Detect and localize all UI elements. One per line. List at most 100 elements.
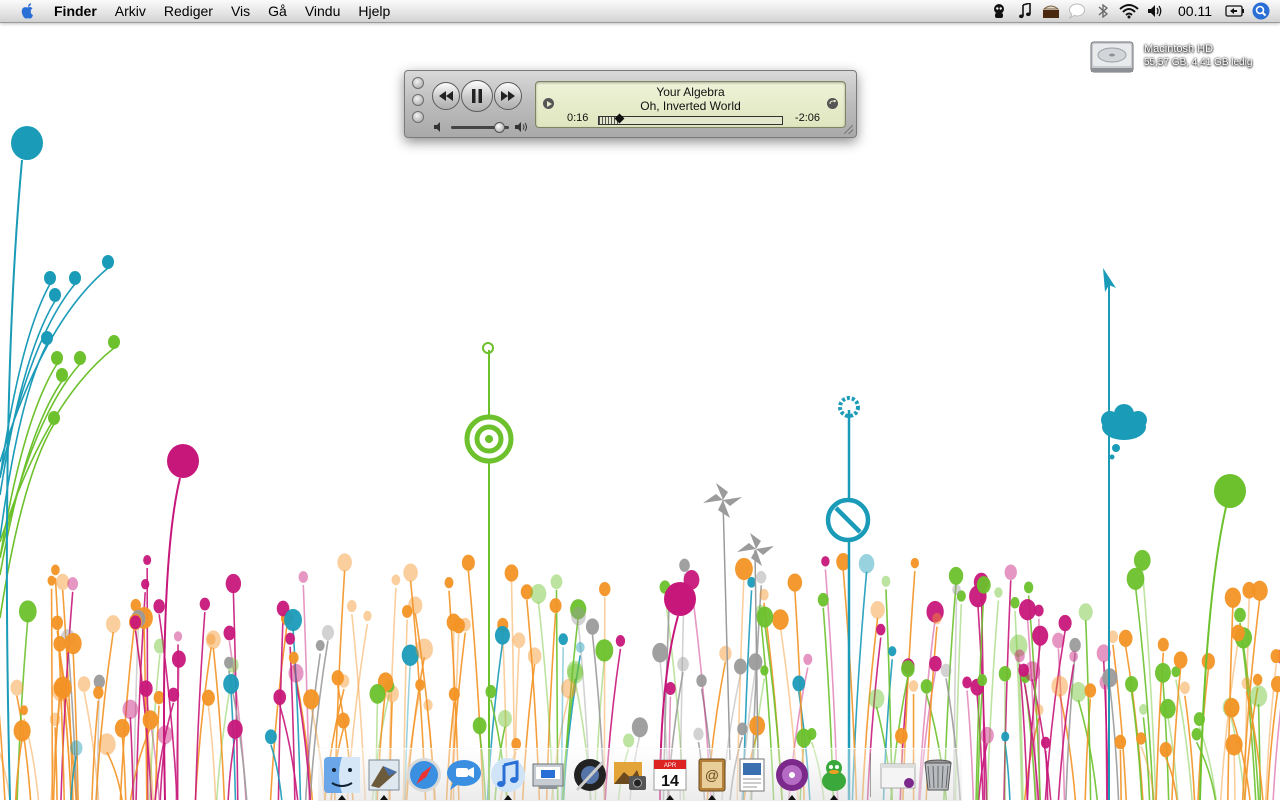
battery-menu-icon[interactable]	[1040, 0, 1062, 22]
wallpaper-blossom	[1024, 582, 1033, 594]
wallpaper-blossom	[1015, 649, 1025, 662]
wallpaper-blossom	[206, 630, 221, 649]
wallpaper-blossom	[719, 646, 731, 661]
rewind-icon	[439, 91, 453, 101]
lcd-mode-toggle[interactable]	[827, 98, 838, 109]
dock-ical[interactable]: APR14	[650, 755, 690, 795]
wallpaper-blossom	[1019, 599, 1036, 620]
wallpaper-blossom	[888, 646, 896, 656]
wallpaper-blossom	[882, 576, 891, 587]
wallpaper-blossom	[1010, 597, 1019, 608]
minimize-button[interactable]	[412, 94, 424, 106]
wallpaper-stem	[107, 752, 122, 800]
adium-icon[interactable]	[988, 0, 1010, 22]
wallpaper-blossom	[734, 658, 747, 674]
dock-finder[interactable]	[322, 755, 362, 795]
dock-minimized-window[interactable]	[878, 755, 918, 795]
wallpaper-blossom	[1079, 603, 1093, 620]
menu-vis[interactable]: Vis	[222, 0, 259, 22]
wallpaper-blossom	[760, 665, 768, 675]
wallpaper-blossom	[994, 587, 1002, 597]
dock-mail[interactable]	[364, 755, 404, 795]
next-button[interactable]	[494, 82, 522, 110]
volume-icon[interactable]	[1144, 0, 1166, 22]
menu-bar: Finder Arkiv Rediger Vis Gå Vindu Hjelp …	[0, 0, 1280, 23]
dock-ichat[interactable]	[444, 755, 484, 795]
zoom-button[interactable]	[412, 111, 424, 123]
wallpaper-blossom	[1069, 651, 1078, 662]
teal-prohibition-decoration	[828, 398, 868, 800]
wallpaper-blossom	[1035, 704, 1044, 715]
wallpaper-blossom	[337, 713, 350, 729]
wallpaper-blossom	[41, 331, 53, 345]
dock-address-book[interactable]: @	[692, 755, 732, 795]
dock-safari[interactable]	[404, 755, 444, 795]
wallpaper-blossom	[949, 567, 963, 585]
wallpaper-blossom	[1125, 676, 1138, 692]
battery-icon[interactable]	[1224, 0, 1246, 22]
menu-ga[interactable]: Gå	[259, 0, 296, 22]
wallpaper-blossom	[1253, 674, 1262, 686]
dock-preview[interactable]	[732, 755, 772, 795]
close-button[interactable]	[412, 77, 424, 89]
resize-grip[interactable]	[844, 125, 853, 134]
volume-slider[interactable]	[451, 126, 509, 129]
volume-slider-knob[interactable]	[494, 122, 505, 133]
wallpaper-blossom	[1085, 683, 1097, 697]
lcd-display: Your Algebra Oh, Inverted World 0:16 -2:…	[535, 81, 846, 128]
apple-menu-icon[interactable]	[18, 1, 38, 21]
dock-running-indicator	[504, 795, 512, 800]
wallpaper-stem	[1163, 681, 1169, 800]
wallpaper-blossom	[56, 574, 69, 590]
wallpaper-blossom	[172, 650, 186, 667]
dock-aperture[interactable]	[570, 755, 610, 795]
wallpaper-blossom	[977, 674, 987, 686]
wallpaper-blossom	[586, 618, 599, 634]
wallpaper-blossom	[999, 666, 1011, 682]
itunes-note-icon[interactable]	[1014, 0, 1036, 22]
dock-purple-disk-app[interactable]	[772, 755, 812, 795]
progress-track[interactable]	[598, 116, 783, 125]
spotlight-icon[interactable]	[1250, 0, 1272, 22]
wallpaper-blossom	[224, 657, 234, 669]
menu-arkiv[interactable]: Arkiv	[106, 0, 155, 22]
wallpaper-blossom	[1034, 605, 1043, 617]
volume-high-icon	[515, 122, 529, 132]
wallpaper-blossom	[449, 687, 460, 701]
wallpaper-blossom	[108, 335, 120, 349]
menu-rediger[interactable]: Rediger	[155, 0, 222, 22]
dock-trash[interactable]	[918, 755, 958, 795]
speech-bubble-icon[interactable]	[1066, 0, 1088, 22]
wifi-icon[interactable]	[1118, 0, 1140, 22]
macintosh-hd-icon[interactable]: Macintosh HD 55,57 GB, 4,41 GB ledig	[1088, 32, 1278, 82]
dock-iphoto[interactable]	[610, 755, 650, 795]
menu-hjelp[interactable]: Hjelp	[349, 0, 399, 22]
wallpaper-stem	[278, 617, 283, 800]
wallpaper-blossom	[52, 616, 64, 630]
wallpaper-blossom	[1052, 633, 1064, 649]
dock-adium[interactable]	[814, 755, 854, 795]
menu-clock[interactable]: 00.11	[1168, 3, 1222, 19]
wallpaper-blossom	[52, 679, 70, 701]
wallpaper-blossom	[51, 564, 60, 575]
wallpaper-blossom	[284, 609, 302, 631]
minimized-window-icon	[879, 756, 917, 794]
wallpaper-blossom	[153, 599, 164, 613]
wallpaper-blossom	[869, 689, 885, 709]
pause-button[interactable]	[461, 80, 493, 112]
wallpaper-blossom	[571, 607, 586, 625]
wallpaper-blossom	[53, 636, 66, 652]
dock-system-preferences[interactable]	[528, 755, 568, 795]
wallpaper-blossom	[56, 368, 68, 382]
wallpaper-blossom	[74, 351, 86, 365]
icon-disk-app	[773, 756, 811, 794]
menu-finder[interactable]: Finder	[54, 0, 106, 22]
volume-low-icon	[434, 122, 445, 132]
wallpaper-blossom	[473, 717, 487, 734]
menu-vindu[interactable]: Vindu	[296, 0, 350, 22]
wallpaper-blossom	[505, 564, 519, 581]
bluetooth-icon[interactable]	[1092, 0, 1114, 22]
wallpaper-blossom	[226, 574, 241, 593]
previous-button[interactable]	[432, 82, 460, 110]
dock-itunes[interactable]	[488, 755, 528, 795]
